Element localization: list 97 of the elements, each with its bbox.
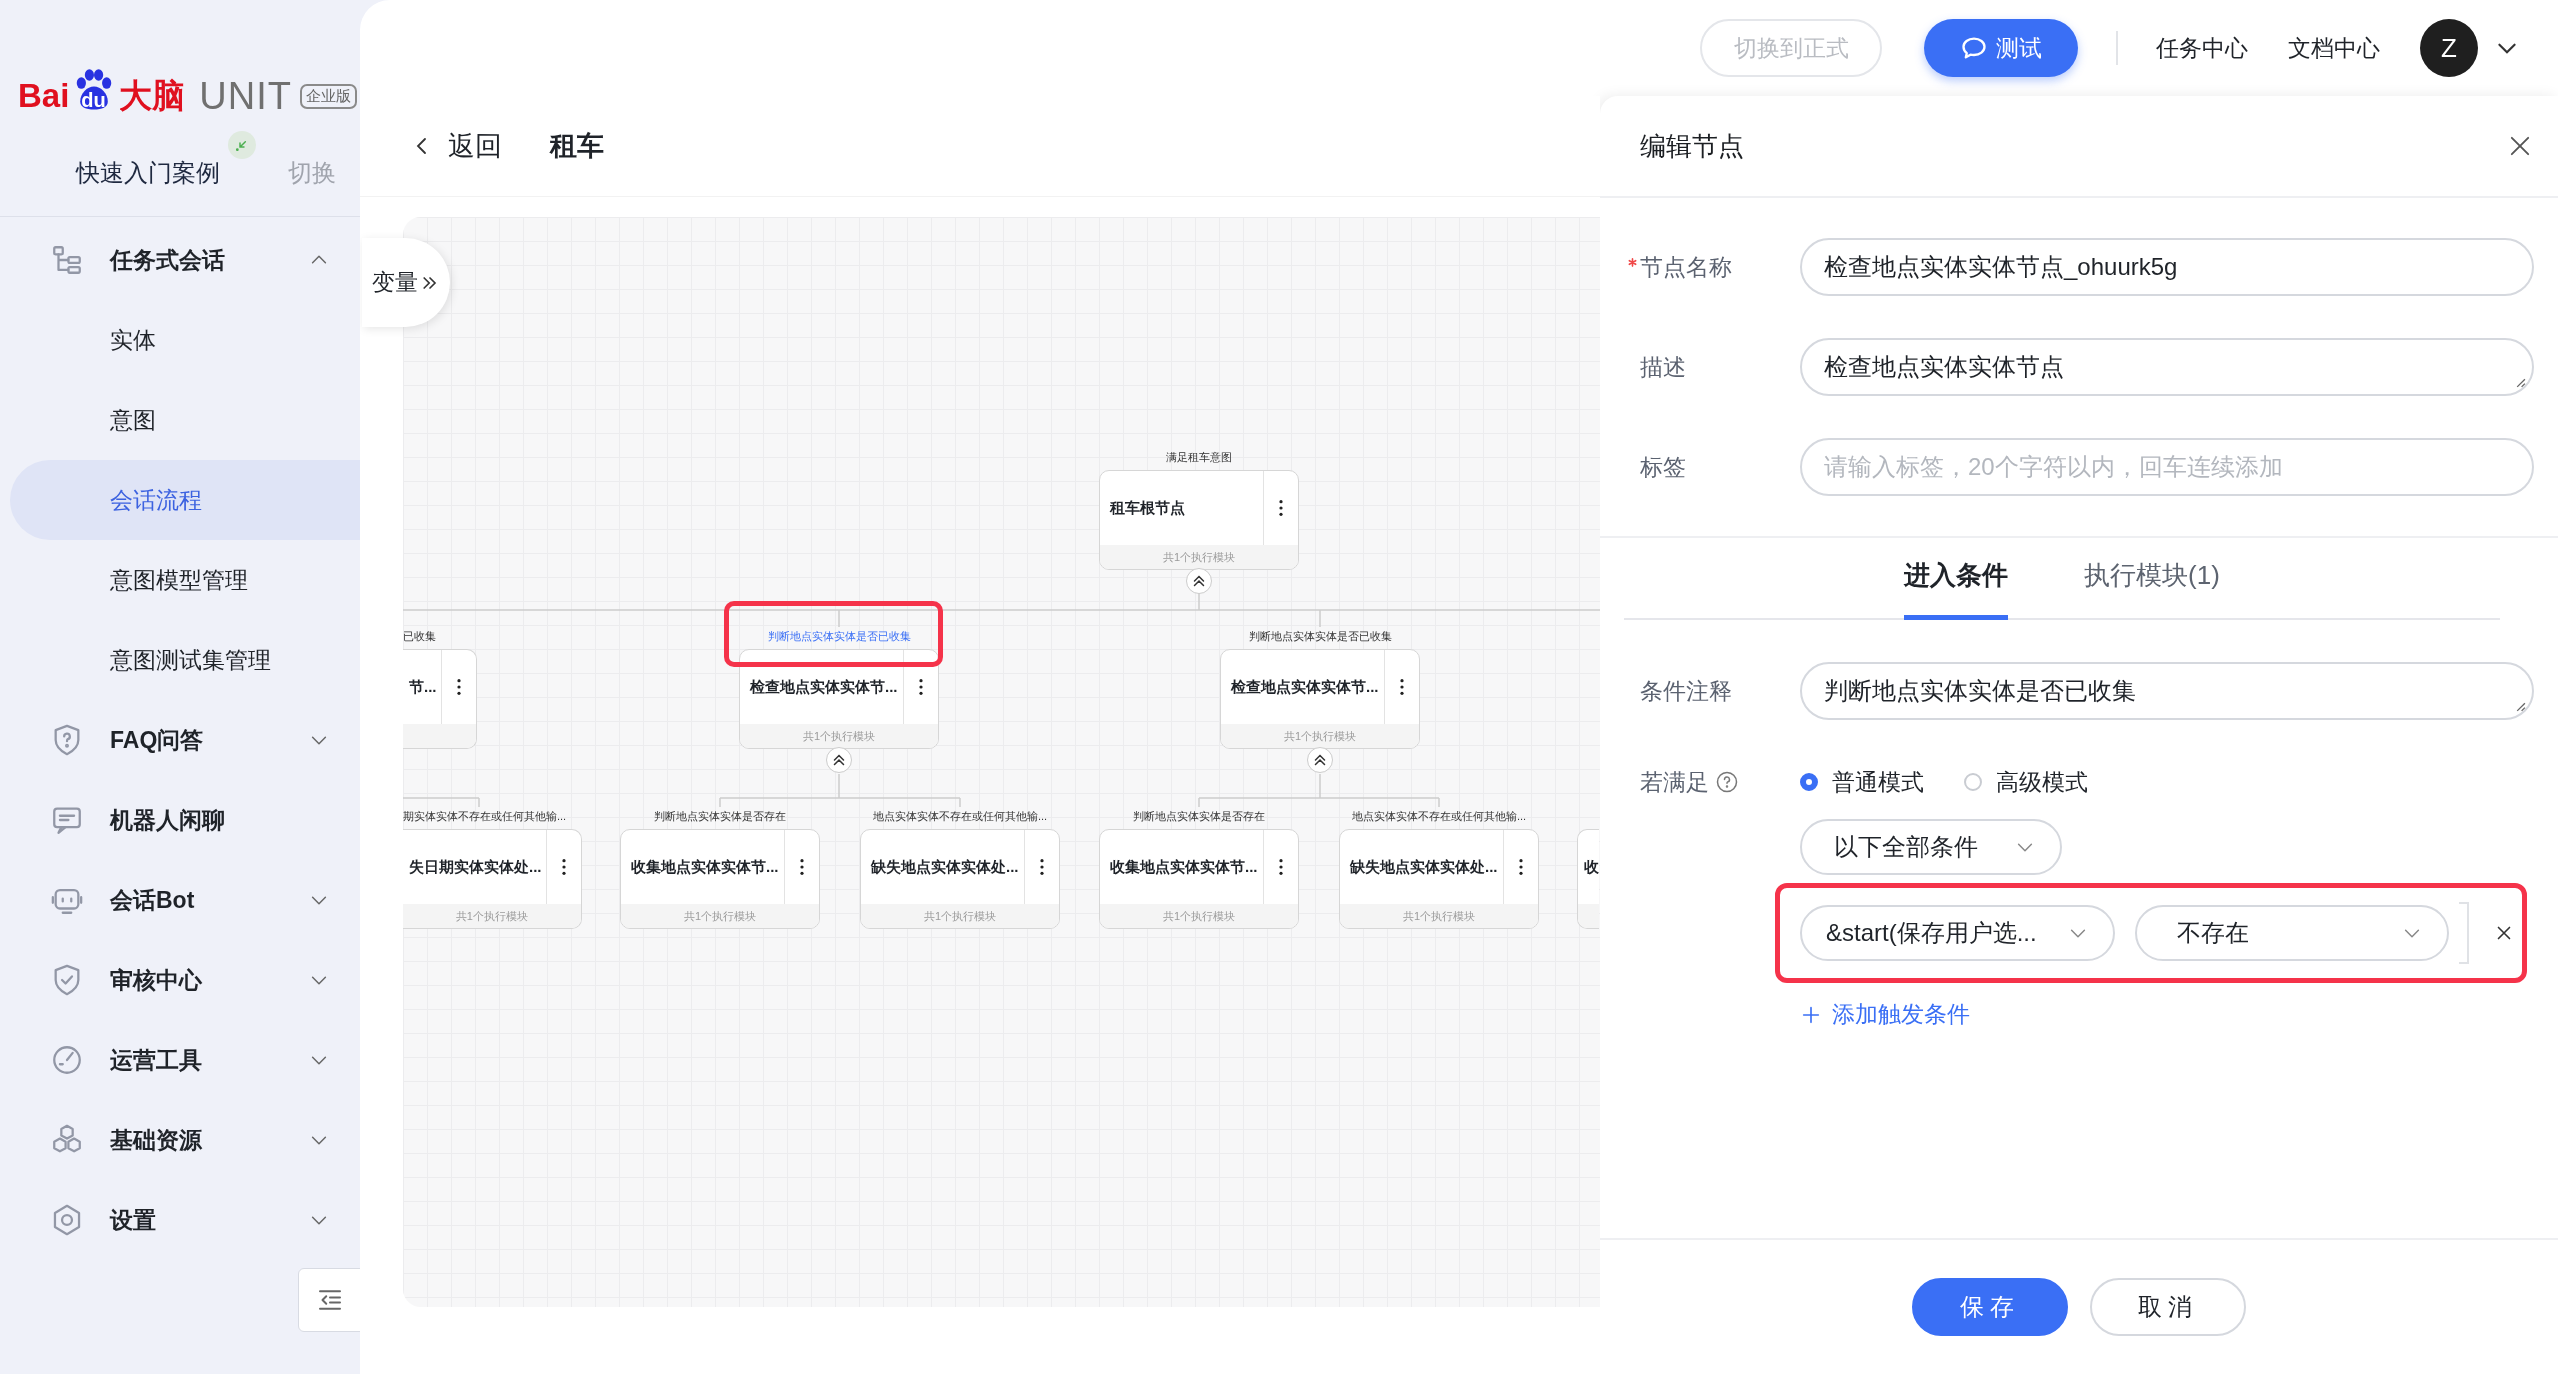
input-field[interactable]: 检查地点实体实体节点_ohuurk5g bbox=[1800, 238, 2534, 296]
panel-title: 编辑节点 bbox=[1640, 129, 1744, 163]
collapse-button[interactable] bbox=[1186, 568, 1212, 594]
condition-label: 判断地点实体实体是否已收集 bbox=[767, 629, 911, 643]
condition-label: 地点实体实体不存在或任何其他输... bbox=[872, 809, 1048, 823]
nav-subitem[interactable]: 会话流程 bbox=[10, 460, 360, 540]
add-condition-link[interactable]: 添加触发条件 bbox=[1800, 999, 1970, 1030]
tab[interactable]: 执行模块(1) bbox=[2084, 558, 2220, 620]
node-footer: 共1个执行模块 bbox=[1100, 545, 1298, 569]
more-icon[interactable] bbox=[1039, 858, 1045, 876]
nav-subitem[interactable]: 意图测试集管理 bbox=[0, 620, 360, 700]
collapse-button[interactable] bbox=[826, 747, 852, 773]
nav-item[interactable]: FAQ问答 bbox=[0, 700, 360, 780]
flow-node[interactable]: 缺失地点实体实体处... 共1个执行模块 bbox=[860, 829, 1060, 929]
nav-item[interactable]: 设置 bbox=[0, 1180, 360, 1260]
node-title: 节... bbox=[408, 676, 438, 697]
collapse-button[interactable] bbox=[1307, 747, 1333, 773]
variables-tab[interactable]: 变量 bbox=[362, 238, 450, 327]
flow-node[interactable]: 检查地点实体实体节... 共1个执行模块 bbox=[739, 649, 939, 749]
nav-link[interactable]: 任务中心 bbox=[2156, 32, 2248, 64]
node-footer: 共1个执行模块 bbox=[403, 904, 581, 928]
collapse-sidebar-button[interactable] bbox=[298, 1268, 362, 1332]
save-button[interactable]: 保存 bbox=[1912, 1278, 2068, 1336]
condition-label: 判断地点实体实体是否存在 bbox=[654, 809, 786, 823]
condition-label: 期实体实体不存在或任何其他输... bbox=[403, 809, 567, 823]
dropdown[interactable]: 不存在 bbox=[2135, 905, 2449, 961]
condition-label: 已收集 bbox=[403, 629, 436, 643]
node-title: 收集地点实体实体节... bbox=[630, 856, 780, 877]
flow-node[interactable]: 收集地点实体实体节... 共1个执行模块 bbox=[1099, 829, 1299, 929]
node-title: 租车根节点 bbox=[1108, 497, 1186, 518]
page-title: 租车 bbox=[550, 130, 604, 163]
cancel-button[interactable]: 取消 bbox=[2090, 1278, 2246, 1336]
more-icon[interactable] bbox=[455, 678, 462, 696]
field-label: 条件注释 bbox=[1640, 676, 1732, 706]
dropdown[interactable]: &start(保存用户选... bbox=[1800, 905, 2115, 961]
nav-subitem[interactable]: 实体 bbox=[0, 300, 360, 380]
more-icon[interactable] bbox=[799, 858, 805, 876]
flow-node[interactable]: 检查地点实体实体节... 共1个执行模块 bbox=[1220, 649, 1420, 749]
tree-icon bbox=[50, 243, 84, 277]
field-label: 标签 bbox=[1640, 452, 1686, 482]
more-icon[interactable] bbox=[1518, 858, 1524, 876]
flow-node[interactable]: 租车根节点 共1个执行模块 bbox=[1099, 470, 1299, 570]
text-area[interactable]: 判断地点实体实体是否已收集 bbox=[1800, 662, 2534, 720]
flow-node[interactable]: 失日期实体实体处... 共1个执行模块 bbox=[403, 829, 582, 929]
more-icon[interactable] bbox=[1278, 858, 1284, 876]
resize-handle-icon bbox=[2515, 701, 2526, 712]
condition-label: 地点实体实体不存在或任何其他输... bbox=[1351, 809, 1527, 823]
nav-item[interactable]: 审核中心 bbox=[0, 940, 360, 1020]
nav-link[interactable]: 文档中心 bbox=[2288, 32, 2380, 64]
node-footer: 共1个执行模块 bbox=[740, 724, 938, 748]
avatar[interactable]: Z bbox=[2420, 19, 2478, 77]
condition-label: 判断地点实体实体是否已收集 bbox=[1248, 629, 1392, 643]
more-icon[interactable] bbox=[1278, 499, 1284, 517]
radio-option[interactable]: 普通模式 bbox=[1800, 766, 1924, 798]
nav-item[interactable]: 任务式会话 bbox=[0, 220, 360, 300]
node-title: 收集地点实体实体节... bbox=[1109, 856, 1259, 877]
node-title: 失日期实体实体处... bbox=[408, 856, 543, 877]
field-label: 若满足 bbox=[1640, 767, 1709, 797]
condition-label: 判断地点实体实体是否存在 bbox=[1133, 809, 1265, 823]
node-footer: 共1个执行模块 bbox=[1100, 904, 1298, 928]
node-footer: 共1个执行模块 bbox=[1221, 724, 1419, 748]
tab[interactable]: 进入条件 bbox=[1904, 558, 2009, 620]
edition-badge: 企业版 bbox=[300, 83, 357, 109]
node-footer: 共1个执行模块 bbox=[1340, 904, 1538, 928]
nav-item[interactable]: 运营工具 bbox=[0, 1020, 360, 1100]
help-icon[interactable] bbox=[1715, 770, 1739, 794]
nav-item[interactable]: 会话Bot bbox=[0, 860, 360, 940]
gauge-icon bbox=[50, 1043, 84, 1077]
resize-handle-icon bbox=[2515, 377, 2526, 388]
flow-node[interactable]: 缺失地点实体实体处... 共1个执行模块 bbox=[1339, 829, 1539, 929]
node-title: 收 bbox=[1583, 856, 1599, 877]
bracket-line bbox=[2459, 902, 2469, 964]
node-footer: 共1个执行模块 bbox=[861, 904, 1059, 928]
back-link[interactable]: 返回 bbox=[410, 128, 502, 164]
more-icon[interactable] bbox=[560, 858, 567, 876]
node-title: 检查地点实体实体节... bbox=[748, 676, 899, 697]
more-icon[interactable] bbox=[918, 678, 924, 696]
node-title: 检查地点实体实体节... bbox=[1229, 676, 1380, 697]
field-label: 描述 bbox=[1640, 352, 1686, 382]
field-label: 节点名称 bbox=[1640, 252, 1732, 282]
radio-option[interactable]: 高级模式 bbox=[1964, 766, 2088, 798]
node-title: 缺失地点实体实体处... bbox=[1349, 856, 1499, 877]
nav-item[interactable]: 机器人闲聊 bbox=[0, 780, 360, 860]
node-title: 缺失地点实体实体处... bbox=[870, 856, 1020, 877]
flow-node[interactable]: 节... bbox=[403, 649, 477, 749]
text-area[interactable]: 检查地点实体实体节点 bbox=[1800, 338, 2534, 396]
test-button[interactable]: 测试 bbox=[1924, 19, 2078, 77]
node-footer: 共1个执行模块 bbox=[621, 904, 819, 928]
dropdown[interactable]: 以下全部条件 bbox=[1800, 819, 2062, 875]
flow-node[interactable]: 收 bbox=[1577, 829, 1599, 929]
nav-subitem[interactable]: 意图模型管理 bbox=[0, 540, 360, 620]
nav-item[interactable]: 基础资源 bbox=[0, 1100, 360, 1180]
flow-node[interactable]: 收集地点实体实体节... 共1个执行模块 bbox=[620, 829, 820, 929]
more-icon[interactable] bbox=[1399, 678, 1405, 696]
nav-subitem[interactable]: 意图 bbox=[0, 380, 360, 460]
project-name: 快速入门案例 bbox=[76, 158, 220, 188]
condition-label: 满足租车意图 bbox=[1166, 450, 1232, 464]
